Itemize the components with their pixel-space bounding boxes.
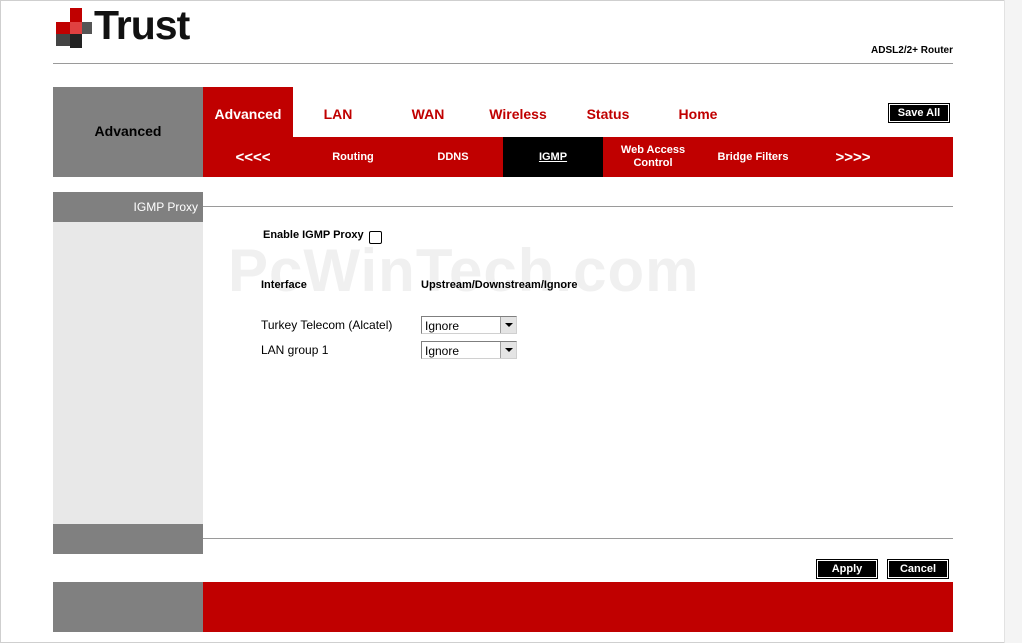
trust-logo: Trust <box>56 2 201 48</box>
tab-status[interactable]: Status <box>563 106 653 122</box>
sub-tab-routing[interactable]: Routing <box>303 137 403 177</box>
mode-select-lan-value: Ignore <box>425 344 460 358</box>
vertical-scrollbar[interactable] <box>1004 0 1022 643</box>
section-title: Advanced <box>94 123 162 139</box>
enable-igmp-proxy-label: Enable IGMP Proxy <box>263 229 364 241</box>
section-panel: Advanced <box>53 87 203 177</box>
content-top-divider <box>203 206 953 207</box>
interface-label-lan: LAN group 1 <box>261 343 329 357</box>
sidebar-header: IGMP Proxy <box>53 192 203 222</box>
mode-select-wan-value: Ignore <box>425 319 460 333</box>
tab-advanced[interactable]: Advanced <box>203 106 293 122</box>
router-model: ADSL2/2+ Router <box>871 45 953 56</box>
tab-wan[interactable]: WAN <box>383 106 473 122</box>
enable-igmp-proxy-checkbox[interactable] <box>369 231 382 244</box>
sub-tab-previous[interactable]: <<<< <box>203 137 303 177</box>
sub-tab-web-access-control[interactable]: Web Access Control <box>603 137 703 177</box>
cancel-button[interactable]: Cancel <box>887 559 949 579</box>
content-bottom-divider <box>203 538 953 539</box>
tab-home[interactable]: Home <box>653 106 743 122</box>
tab-wireless[interactable]: Wireless <box>473 106 563 122</box>
chevron-down-icon[interactable] <box>500 317 516 333</box>
logo-wordmark: Trust <box>94 2 190 48</box>
interface-column-header: Interface <box>261 279 307 291</box>
mode-select-lan[interactable]: Ignore <box>421 341 517 359</box>
sub-navigation-bar: <<<< Routing DDNS IGMP Web Access Contro… <box>203 137 953 177</box>
tab-lan[interactable]: LAN <box>293 106 383 122</box>
footer-left-block <box>53 582 203 632</box>
sub-tab-next[interactable]: >>>> <box>803 137 903 177</box>
sub-tab-igmp[interactable]: IGMP <box>503 137 603 177</box>
header-divider <box>53 63 953 64</box>
sub-tab-web-access-control-label: Web Access Control <box>620 144 686 169</box>
footer-right-block <box>203 582 953 632</box>
sidebar-footer <box>53 524 203 554</box>
apply-button[interactable]: Apply <box>816 559 878 579</box>
sub-tab-ddns[interactable]: DDNS <box>403 137 503 177</box>
sub-tab-bridge-filters[interactable]: Bridge Filters <box>703 137 803 177</box>
mode-column-header: Upstream/Downstream/Ignore <box>421 279 578 291</box>
sidebar: IGMP Proxy <box>53 192 203 554</box>
logo-cross-icon <box>56 8 92 48</box>
mode-select-wan[interactable]: Ignore <box>421 316 517 334</box>
interface-label-wan: Turkey Telecom (Alcatel) <box>261 318 393 332</box>
sidebar-item-igmp-proxy[interactable]: IGMP Proxy <box>134 200 198 214</box>
save-all-button[interactable]: Save All <box>888 103 950 123</box>
chevron-down-icon[interactable] <box>500 342 516 358</box>
